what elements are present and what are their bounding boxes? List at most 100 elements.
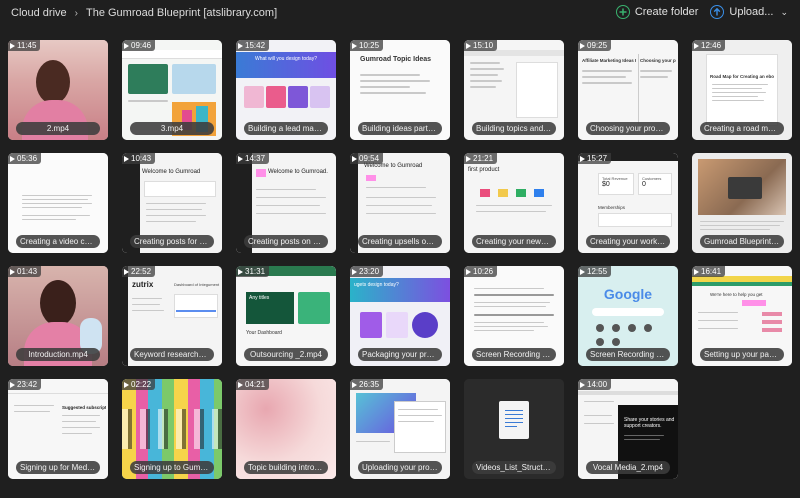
thumbnail-text: Road Map for Creating an ebook	[710, 74, 774, 79]
file-name: Creating posts for yo...	[130, 235, 214, 248]
thumbnail-text: Dashboard of Integument	[174, 282, 220, 287]
duration-text: 11:45	[17, 41, 37, 50]
file-name: Gumroad Blueprint S...	[700, 235, 784, 248]
file-name: Choosing your produc...	[586, 122, 670, 135]
file-tile[interactable]: 02:22 Signing up to Gumroa...	[122, 379, 222, 479]
file-tile[interactable]: Road Map for Creating an ebook 12:46 Cre…	[692, 40, 792, 140]
file-name: Setting up your page_...	[700, 348, 784, 361]
play-icon	[352, 42, 357, 49]
play-icon	[466, 42, 471, 49]
duration-badge: 09:54	[350, 153, 384, 164]
file-name: Outsourcing _2.mp4	[244, 348, 328, 361]
duration-badge: 10:25	[350, 40, 384, 51]
file-name: Creating a video cour...	[16, 235, 100, 248]
file-tile[interactable]: Videos_List_Structure...	[464, 379, 564, 479]
duration-badge: 10:26	[464, 266, 498, 277]
duration-badge: 15:42	[236, 40, 270, 51]
file-tile[interactable]: Affiliate Marketing Ideas F Choosing you…	[578, 40, 678, 140]
file-tile[interactable]: 05:36 Creating a video cour...	[8, 153, 108, 253]
play-icon	[580, 42, 585, 49]
thumbnail-text: Gumroad Topic Ideas	[360, 56, 432, 63]
file-tile[interactable]: first product 21:21 Creating your newsle…	[464, 153, 564, 253]
file-name: Building a lead magne...	[244, 122, 328, 135]
play-icon	[10, 268, 15, 275]
breadcrumb-root[interactable]: Cloud drive	[11, 7, 67, 19]
file-tile[interactable]: Any titles Your Dashboard 31:31 Outsourc…	[236, 266, 336, 366]
thumbnail-text: Google	[603, 286, 653, 302]
duration-badge: 14:37	[236, 153, 270, 164]
play-icon	[694, 42, 699, 49]
duration-badge: 26:35	[350, 379, 384, 390]
play-icon	[10, 42, 15, 49]
duration-text: 23:20	[359, 267, 380, 276]
file-tile[interactable]: Google 12:55 Screen Recording 202...	[578, 266, 678, 366]
duration-text: 10:25	[359, 41, 380, 50]
file-tile[interactable]: We're here to help you get 16:41 Setting…	[692, 266, 792, 366]
arrow-up-circle-icon	[710, 5, 725, 19]
duration-badge: 14:00	[578, 379, 612, 390]
create-folder-label: Create folder	[634, 6, 699, 18]
breadcrumb: Cloud drive › The Gumroad Blueprint [ats…	[11, 7, 277, 19]
thumbnail-text: Welcome to Gumroad.	[268, 169, 328, 175]
file-tile[interactable]: Welcome to Gumroad 09:54 Creating upsell…	[350, 153, 450, 253]
duration-text: 10:43	[131, 154, 152, 163]
duration-text: 09:54	[359, 154, 380, 163]
play-icon	[238, 155, 243, 162]
file-tile[interactable]: 15:10 Building topics and id...	[464, 40, 564, 140]
upload-button[interactable]: Upload... ⌄	[710, 5, 788, 19]
thumbnail-text: Choosing your p	[640, 58, 676, 63]
play-icon	[238, 42, 243, 49]
file-tile[interactable]: Suggested subscriptions 23:42 Signing up…	[8, 379, 108, 479]
play-icon	[466, 155, 471, 162]
file-name: Uploading your produ...	[358, 461, 442, 474]
breadcrumb-current[interactable]: The Gumroad Blueprint [atslibrary.com]	[86, 7, 277, 19]
duration-text: 23:42	[17, 380, 38, 389]
file-tile[interactable]: Gumroad Blueprint S...	[692, 153, 792, 253]
document-icon	[499, 401, 529, 439]
duration-badge: 02:22	[122, 379, 156, 390]
duration-text: 12:55	[587, 267, 608, 276]
plus-circle-icon	[615, 5, 630, 19]
file-name: Videos_List_Structure...	[472, 461, 556, 474]
file-name: Screen Recording 202...	[586, 348, 670, 361]
file-tile[interactable]: 01:43 Introduction.mp4	[8, 266, 108, 366]
file-tile[interactable]: ugets design today? 23:20 Packaging your…	[350, 266, 450, 366]
file-tile[interactable]: Gumroad Topic Ideas 10:25 Building ideas…	[350, 40, 450, 140]
duration-text: 15:10	[473, 41, 494, 50]
file-tile[interactable]: Welcome to Gumroad. 14:37 Creating posts…	[236, 153, 336, 253]
duration-badge: 05:36	[8, 153, 42, 164]
thumbnail-text: 0	[642, 181, 646, 188]
duration-text: 05:36	[17, 154, 38, 163]
file-tile[interactable]: 26:35 Uploading your produ...	[350, 379, 450, 479]
duration-text: 02:22	[131, 380, 152, 389]
file-tile[interactable]: 11:45 2.mp4	[8, 40, 108, 140]
file-tile[interactable]: zutrix Dashboard of Integument 22:52 Key…	[122, 266, 222, 366]
play-icon	[580, 381, 585, 388]
duration-text: 16:41	[701, 267, 722, 276]
play-icon	[124, 42, 129, 49]
file-tile[interactable]: Welcome to Gumroad 10:43 Creating posts …	[122, 153, 222, 253]
thumbnail-text: Any titles	[249, 295, 270, 301]
duration-badge: 15:27	[578, 153, 612, 164]
file-tile[interactable]: Share your stories and support creators. …	[578, 379, 678, 479]
file-name: Signing up to Gumroa...	[130, 461, 214, 474]
breadcrumb-separator: ›	[74, 7, 78, 19]
play-icon	[124, 381, 129, 388]
file-tile[interactable]: What will you design today? 15:42 Buildi…	[236, 40, 336, 140]
chevron-down-icon[interactable]: ⌄	[780, 7, 788, 18]
duration-text: 14:00	[587, 380, 608, 389]
duration-text: 21:21	[473, 154, 494, 163]
file-name: Packaging your produ...	[358, 348, 442, 361]
thumbnail-text: Share your stories and support creators.	[624, 417, 676, 429]
top-bar: Cloud drive › The Gumroad Blueprint [ats…	[0, 0, 800, 28]
duration-text: 31:31	[245, 267, 266, 276]
file-tile[interactable]: Total Revenue $0 Customers 0 Memberships…	[578, 153, 678, 253]
duration-badge: 23:42	[8, 379, 42, 390]
file-name: Keyword research_2...	[130, 348, 214, 361]
duration-text: 14:37	[245, 154, 266, 163]
file-tile[interactable]: 10:26 Screen Recording 202...	[464, 266, 564, 366]
duration-text: 10:26	[473, 267, 494, 276]
create-folder-button[interactable]: Create folder	[615, 5, 699, 19]
file-tile[interactable]: 04:21 Topic building intro 2_...	[236, 379, 336, 479]
file-tile[interactable]: 09:46 3.mp4	[122, 40, 222, 140]
